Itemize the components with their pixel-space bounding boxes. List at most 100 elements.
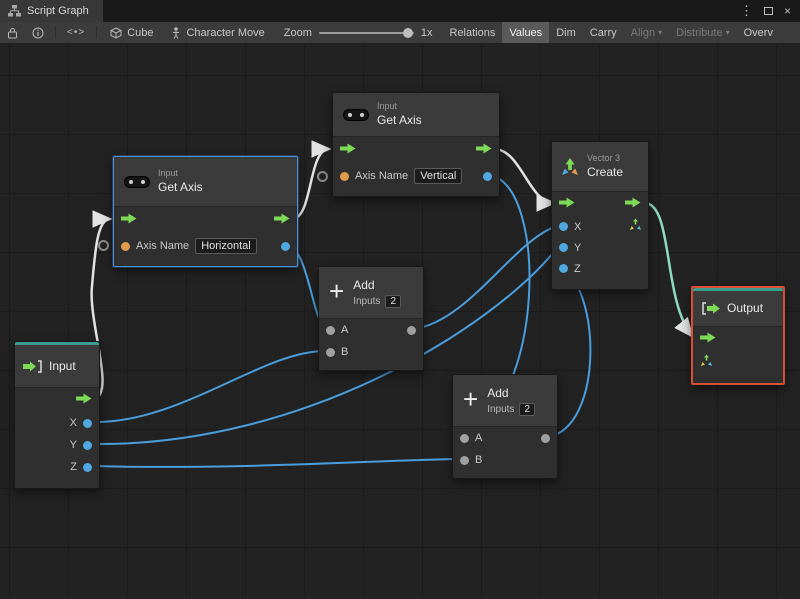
menu-icon[interactable]: ⋮ xyxy=(740,3,753,19)
flow-in-port-icon[interactable] xyxy=(340,143,356,154)
breadcrumb-cube[interactable]: Cube xyxy=(101,27,162,39)
string-port[interactable] xyxy=(121,241,130,251)
port-b-label: B xyxy=(341,346,349,358)
port-a-label: A xyxy=(341,324,349,336)
graph-toolbar: <•> Cube Character Move Zoom 1x Relation… xyxy=(0,22,800,44)
node-header[interactable]: Input Get Axis xyxy=(333,93,499,137)
value-out-port[interactable] xyxy=(541,433,550,443)
value-out-port[interactable] xyxy=(281,241,290,251)
value-in-port[interactable] xyxy=(559,264,568,273)
flow-in-port-icon[interactable] xyxy=(121,213,137,224)
value-out-port[interactable] xyxy=(83,440,92,450)
axis-name-field[interactable]: Horizontal xyxy=(195,238,257,254)
value-in-port[interactable] xyxy=(326,347,335,357)
vector3-in-port-icon[interactable] xyxy=(700,354,713,367)
node-header[interactable]: + Add Inputs 2 xyxy=(319,267,423,319)
vector3-out-port-icon[interactable] xyxy=(629,218,642,231)
relations-button-label: Relations xyxy=(449,26,496,39)
node-header[interactable]: Vector 3 Create xyxy=(552,142,648,192)
node-category: Input xyxy=(377,101,398,112)
align-dropdown[interactable]: Align ▾ xyxy=(624,22,669,43)
node-category: Vector 3 xyxy=(587,153,621,164)
wire-flow-getaxis-vertical-to-vector3[interactable] xyxy=(493,147,557,212)
node-get-axis-vertical[interactable]: Input Get Axis Axis Name Vertical xyxy=(332,92,500,197)
wire-value-input-x-to-add1-b[interactable] xyxy=(91,350,326,424)
value-in-port[interactable] xyxy=(559,222,568,231)
node-graph-output[interactable]: Output xyxy=(691,286,785,385)
breadcrumb-character-move[interactable]: Character Move xyxy=(162,27,273,39)
tab-title: Script Graph xyxy=(27,5,89,17)
inputs-count-field[interactable]: 2 xyxy=(385,294,401,308)
flow-in-port-icon[interactable] xyxy=(700,332,716,343)
gamepad-icon xyxy=(343,108,369,121)
align-dropdown-label: Align xyxy=(630,26,656,39)
zoom-label: Zoom xyxy=(283,26,312,39)
inputs-count-field[interactable]: 2 xyxy=(519,402,535,416)
node-header[interactable]: Output xyxy=(693,291,783,327)
flow-out-port-icon[interactable] xyxy=(274,213,290,224)
port-x-label: X xyxy=(574,220,582,233)
lock-button[interactable] xyxy=(0,22,25,43)
dim-button[interactable]: Dim xyxy=(549,22,583,43)
value-in-port[interactable] xyxy=(460,455,469,465)
vector3-icon xyxy=(562,157,578,175)
port-y-label: Y xyxy=(574,241,582,254)
port-a-label: A xyxy=(475,432,483,444)
node-title: Get Axis xyxy=(158,179,203,194)
value-in-port[interactable] xyxy=(460,433,469,443)
graph-input-icon xyxy=(23,359,42,373)
zoom-slider[interactable] xyxy=(318,27,414,38)
flow-out-port-icon[interactable] xyxy=(76,393,92,404)
breadcrumb-cube-label: Cube xyxy=(127,26,154,39)
node-header[interactable]: + Add Inputs 2 xyxy=(453,375,557,427)
value-in-port[interactable] xyxy=(326,325,335,335)
value-in-port[interactable] xyxy=(559,243,568,252)
node-title: Get Axis xyxy=(377,112,422,127)
carry-button[interactable]: Carry xyxy=(583,22,624,43)
distribute-dropdown[interactable]: Distribute ▾ xyxy=(669,22,736,43)
maximize-icon[interactable] xyxy=(763,7,773,15)
port-z-label: Z xyxy=(574,262,581,275)
flow-in-port-icon[interactable] xyxy=(559,197,575,208)
axis-name-label: Axis Name xyxy=(355,170,409,182)
flow-out-port-icon[interactable] xyxy=(476,143,492,154)
node-add-2[interactable]: + Add Inputs 2 A B xyxy=(452,374,558,479)
zoom-value: 1x xyxy=(420,26,433,39)
string-port[interactable] xyxy=(340,171,349,181)
relations-button[interactable]: Relations xyxy=(443,22,503,43)
toolbar-separator xyxy=(55,26,56,39)
carry-button-label: Carry xyxy=(589,26,617,39)
node-header[interactable]: Input xyxy=(15,345,99,388)
value-out-port[interactable] xyxy=(483,171,492,181)
node-title: Create xyxy=(587,164,624,179)
wire-value-input-z-to-add2-b[interactable] xyxy=(91,458,460,468)
zoom-slider-handle[interactable] xyxy=(402,27,413,38)
tab-script-graph[interactable]: Script Graph xyxy=(0,0,103,22)
values-button[interactable]: Values xyxy=(502,22,550,43)
node-get-axis-horizontal[interactable]: Input Get Axis Axis Name Horizontal xyxy=(113,156,298,267)
port-b-label: B xyxy=(475,454,483,466)
port-y-label: Y xyxy=(69,439,77,451)
wire-flow-vector3-to-output[interactable] xyxy=(645,201,694,338)
chevron-down-icon: ▾ xyxy=(725,28,730,37)
values-button-label: Values xyxy=(509,26,543,39)
node-vector3-create[interactable]: Vector 3 Create X Y Z xyxy=(551,141,649,290)
unconnected-port[interactable] xyxy=(98,240,109,251)
distribute-dropdown-label: Distribute xyxy=(676,26,723,39)
value-out-port[interactable] xyxy=(83,418,92,428)
info-button[interactable] xyxy=(25,22,51,43)
node-add-1[interactable]: + Add Inputs 2 A B xyxy=(318,266,424,371)
overview-button[interactable]: Overv xyxy=(737,22,780,43)
node-category: Input xyxy=(158,168,179,179)
value-out-port[interactable] xyxy=(407,325,416,335)
close-icon[interactable]: × xyxy=(784,4,791,18)
value-out-port[interactable] xyxy=(83,462,92,472)
node-title: Add xyxy=(487,385,509,400)
insert-node-button[interactable]: <•> xyxy=(60,22,92,43)
axis-name-field[interactable]: Vertical xyxy=(414,168,463,184)
unconnected-port[interactable] xyxy=(317,171,328,182)
node-graph-input[interactable]: Input X Y Z xyxy=(14,341,100,489)
dim-button-label: Dim xyxy=(556,26,576,39)
flow-out-port-icon[interactable] xyxy=(625,197,641,208)
node-header[interactable]: Input Get Axis xyxy=(114,157,297,207)
